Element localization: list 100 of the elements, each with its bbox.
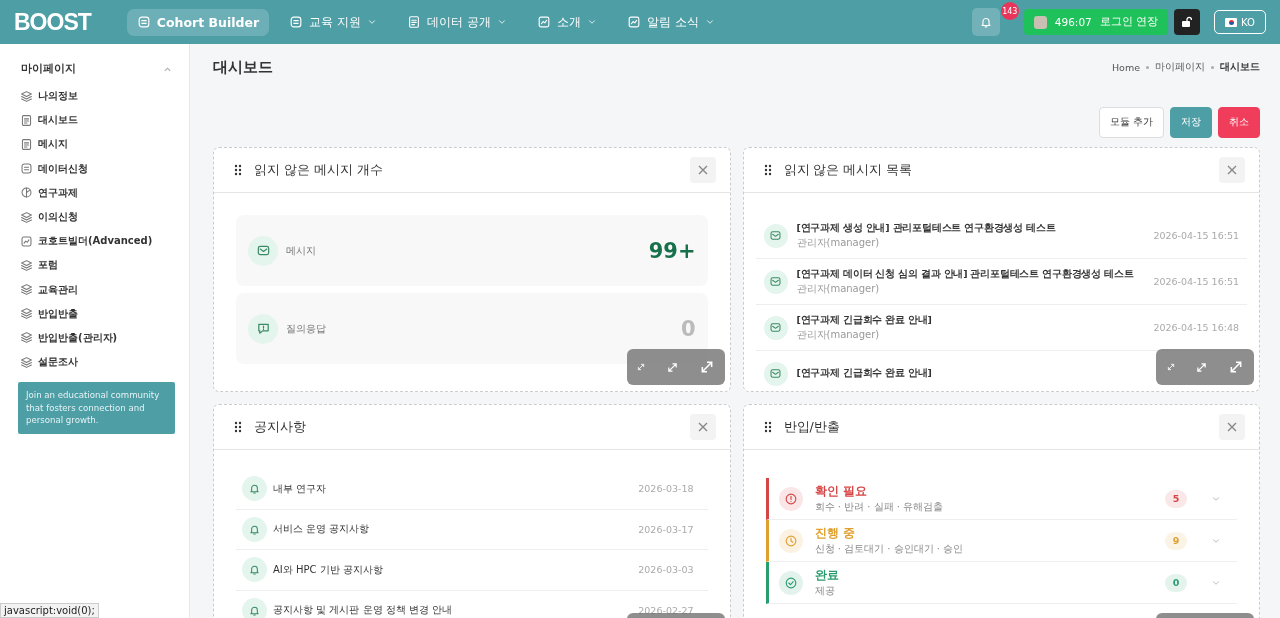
notification-count: 143 (1000, 2, 1019, 20)
close-button[interactable] (1219, 157, 1245, 183)
sidebar-item[interactable]: 데이터신청 (18, 156, 175, 181)
close-icon (1226, 164, 1238, 176)
sidebar-item[interactable]: 연구과제 (18, 180, 175, 205)
status-row[interactable]: 진행 중 신청 · 검토대기 · 승인대기 · 승인 9 (765, 520, 1237, 562)
clock-icon (783, 533, 798, 548)
sidebar-item[interactable]: 코호트빌더(Advanced) (18, 229, 175, 254)
drag-handle-icon[interactable] (763, 421, 772, 433)
notification-button[interactable] (971, 8, 1000, 36)
message-title: [연구과제 생성 안내] 관리포털테스트 연구환경생성 테스트 (796, 221, 1057, 235)
widget-title: 읽지 않은 메시지 목록 (783, 161, 914, 179)
document-icon (20, 137, 33, 151)
sidebar-item[interactable]: 반입반출 (18, 301, 175, 326)
lock-button[interactable] (1174, 9, 1201, 35)
status-title: 완료 (814, 567, 840, 583)
message-time: 2026-04-15 16:51 (1153, 230, 1239, 241)
close-icon (1226, 421, 1238, 433)
pie-chart-icon (20, 186, 33, 200)
toolbar-button[interactable]: 취소 (1218, 107, 1260, 138)
envelope-icon (255, 243, 271, 258)
chevron-down-icon (704, 17, 715, 27)
sidebar-item[interactable]: 교육관리 (18, 277, 175, 302)
message-time: 2026-04-15 16:48 (1153, 322, 1239, 333)
count-value: 99+ (648, 238, 696, 263)
widget-title: 반입/반출 (783, 418, 841, 436)
layers-icon (20, 89, 33, 103)
status-detail: 회수 · 반려 · 실패 · 유해검출 (814, 499, 945, 514)
resize-arrow-icon[interactable] (637, 363, 646, 371)
status-count: 9 (1165, 531, 1187, 550)
check-circle-icon (783, 575, 798, 590)
count-label: 메시지 (286, 243, 317, 258)
chevron-down-icon (366, 17, 377, 27)
status-count: 0 (1165, 573, 1187, 592)
close-button[interactable] (1219, 414, 1245, 440)
notice-title: 공지사항 및 게시판 운영 정책 변경 안내 (273, 603, 454, 618)
message-title: [연구과제 긴급회수 완료 안내] (796, 367, 933, 380)
notice-date: 2026-03-18 (638, 483, 694, 495)
envelope-icon (769, 229, 782, 242)
sidebar-item[interactable]: 나의정보 (18, 84, 175, 109)
resize-arrow-icon[interactable] (1166, 363, 1175, 371)
form-icon (289, 15, 304, 29)
info-note: Join an educational community that fosters connection and personal growth. (18, 382, 175, 434)
resize-arrow-icon[interactable] (699, 360, 714, 374)
resize-arrow-icon[interactable] (667, 361, 678, 373)
sidebar-item[interactable]: 대시보드 (18, 108, 175, 133)
status-title: 진행 중 (814, 525, 856, 541)
status-row[interactable]: 완료 제공 0 (765, 562, 1237, 604)
resize-arrow-icon[interactable] (1196, 361, 1208, 373)
notice-date: 2026-03-03 (638, 564, 694, 576)
sidebar-item[interactable]: 메시지 (18, 132, 175, 157)
bell-icon (978, 15, 993, 29)
notice-title: AI와 HPC 기반 공지사항 (273, 562, 384, 577)
status-row[interactable]: 확인 필요 회수 · 반려 · 실패 · 유해검출 5 (765, 478, 1237, 520)
widget-title: 공지사항 (254, 418, 307, 436)
breadcrumb-item[interactable]: Home (1111, 61, 1140, 73)
layers-icon (20, 283, 33, 297)
status-url: javascript:void(0); (0, 603, 99, 618)
layers-icon (20, 210, 33, 224)
close-icon (696, 164, 709, 176)
chart-icon (536, 15, 551, 29)
message-sender: 관리자(manager) (796, 235, 881, 250)
sidebar-section[interactable]: 마이페이지 (18, 56, 175, 82)
avatar-icon (1033, 15, 1047, 29)
notice-title: 서비스 운영 공지사항 (273, 522, 371, 537)
flag-icon (1225, 17, 1238, 27)
layers-icon (20, 331, 33, 345)
toolbar-button[interactable]: 모듈 추가 (1098, 107, 1164, 138)
bell-icon (248, 482, 261, 496)
sidebar-item[interactable]: 반입반출(관리자) (18, 325, 175, 351)
message-title: [연구과제 긴급회수 완료 안내] (796, 313, 933, 327)
sidebar-item[interactable]: 이의신청 (18, 204, 175, 230)
chevron-down-icon (496, 17, 507, 27)
resize-arrow-icon[interactable] (1229, 360, 1244, 374)
status-detail: 신청 · 검토대기 · 승인대기 · 승인 (814, 541, 965, 556)
status-title: 확인 필요 (814, 483, 868, 499)
document-icon (406, 15, 421, 29)
close-button[interactable] (689, 157, 716, 183)
page-title: 대시보드 (213, 57, 273, 77)
sidebar-item[interactable]: 설문조사 (18, 350, 175, 375)
breadcrumb-item[interactable]: 마이페이지 (1155, 60, 1205, 74)
notice-date: 2026-03-17 (638, 523, 694, 535)
envelope-icon (769, 275, 782, 288)
notice-title: 내부 연구자 (273, 481, 328, 496)
drag-handle-icon[interactable] (234, 421, 242, 433)
chevron-up-icon (163, 64, 172, 74)
form-icon (136, 15, 151, 29)
form-icon (20, 162, 33, 176)
notice-date: 2026-02-27 (638, 604, 694, 616)
drag-handle-icon[interactable] (763, 164, 772, 176)
close-icon (696, 421, 709, 433)
sidebar-item[interactable]: 포럼 (18, 253, 175, 278)
layers-icon (20, 258, 33, 272)
count-label: 질의응답 (286, 321, 327, 336)
message-sender: 관리자(manager) (796, 281, 881, 296)
message-title: [연구과제 데이터 신청 심의 결과 안내] 관리포털테스트 연구환경생성 테스트 (796, 267, 1135, 281)
drag-handle-icon[interactable] (234, 164, 242, 176)
widget-title: 읽지 않은 메시지 개수 (254, 161, 384, 179)
bell-icon (248, 563, 261, 577)
close-button[interactable] (689, 414, 716, 440)
